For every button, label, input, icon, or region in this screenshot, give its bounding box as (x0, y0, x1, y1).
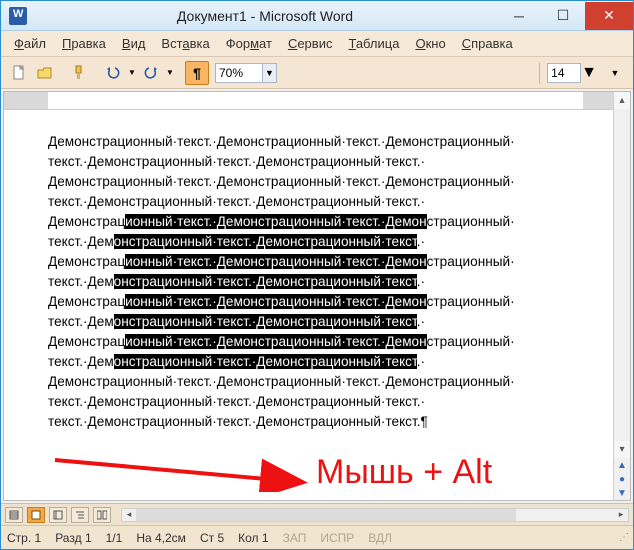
redo-button[interactable] (139, 61, 163, 85)
toolbar: ▼ ▼ ¶ ▼ ▼ ▼ (1, 57, 633, 89)
vertical-scrollbar[interactable]: ▴ ▾ ▲ ● ▼ (613, 92, 630, 500)
format-painter-button[interactable] (67, 61, 91, 85)
new-doc-button[interactable] (7, 61, 31, 85)
app-icon (9, 7, 27, 25)
toolbar-overflow[interactable]: ▼ (603, 61, 627, 85)
window-title: Документ1 - Microsoft Word (33, 8, 497, 24)
menu-insert[interactable]: Вставка (154, 33, 216, 54)
undo-dropdown[interactable]: ▼ (127, 61, 137, 85)
font-size-input[interactable] (547, 63, 581, 83)
menu-help[interactable]: Справка (455, 33, 520, 54)
menu-table[interactable]: Таблица (341, 33, 406, 54)
close-button[interactable]: ✕ (585, 2, 633, 30)
print-layout-view-button[interactable] (27, 507, 45, 523)
zoom-input[interactable] (215, 63, 263, 83)
status-line: Ст 5 (200, 531, 224, 545)
status-at: На 4,2см (136, 531, 186, 545)
status-trk: ИСПР (320, 531, 354, 545)
select-browse-object[interactable]: ● (614, 472, 630, 486)
outline-view-button[interactable] (71, 507, 89, 523)
font-size-dropdown[interactable]: ▼ (581, 64, 597, 82)
menubar: Файл Правка Вид Вставка Формат Сервис Та… (1, 31, 633, 57)
status-rec: ЗАП (283, 531, 307, 545)
zoom-dropdown[interactable]: ▼ (263, 63, 277, 83)
document-page[interactable]: Демонстрационный·текст.·Демонстрационный… (4, 110, 613, 500)
next-page-button[interactable]: ▼ (614, 486, 630, 500)
show-formatting-button[interactable]: ¶ (185, 61, 209, 85)
horizontal-scrollbar[interactable]: ◂ ▸ (121, 508, 629, 522)
menu-file[interactable]: Файл (7, 33, 53, 54)
status-ext: ВДЛ (368, 531, 392, 545)
status-col: Кол 1 (238, 531, 268, 545)
maximize-button[interactable]: ☐ (541, 2, 585, 30)
menu-view[interactable]: Вид (115, 33, 153, 54)
menu-window[interactable]: Окно (408, 33, 452, 54)
reading-layout-view-button[interactable] (93, 507, 111, 523)
open-button[interactable] (33, 61, 57, 85)
scroll-left-button[interactable]: ◂ (122, 509, 136, 521)
status-pages: 1/1 (106, 531, 123, 545)
horizontal-ruler[interactable] (4, 92, 613, 110)
scroll-right-button[interactable]: ▸ (614, 509, 628, 521)
status-section: Разд 1 (55, 531, 91, 545)
web-layout-view-button[interactable] (49, 507, 67, 523)
menu-edit[interactable]: Правка (55, 33, 113, 54)
titlebar: Документ1 - Microsoft Word ─ ☐ ✕ (1, 1, 633, 31)
undo-button[interactable] (101, 61, 125, 85)
prev-page-button[interactable]: ▲ (614, 458, 630, 472)
menu-tools[interactable]: Сервис (281, 33, 340, 54)
resize-grip-icon[interactable]: ⋰ (619, 532, 627, 543)
status-page: Стр. 1 (7, 531, 41, 545)
redo-dropdown[interactable]: ▼ (165, 61, 175, 85)
normal-view-button[interactable] (5, 507, 23, 523)
status-bar: Стр. 1 Разд 1 1/1 На 4,2см Ст 5 Кол 1 ЗА… (1, 525, 633, 549)
minimize-button[interactable]: ─ (497, 2, 541, 30)
scroll-up-button[interactable]: ▴ (614, 92, 630, 109)
scroll-down-button[interactable]: ▾ (614, 441, 630, 458)
view-bar: ◂ ▸ (1, 503, 633, 525)
menu-format[interactable]: Формат (219, 33, 279, 54)
